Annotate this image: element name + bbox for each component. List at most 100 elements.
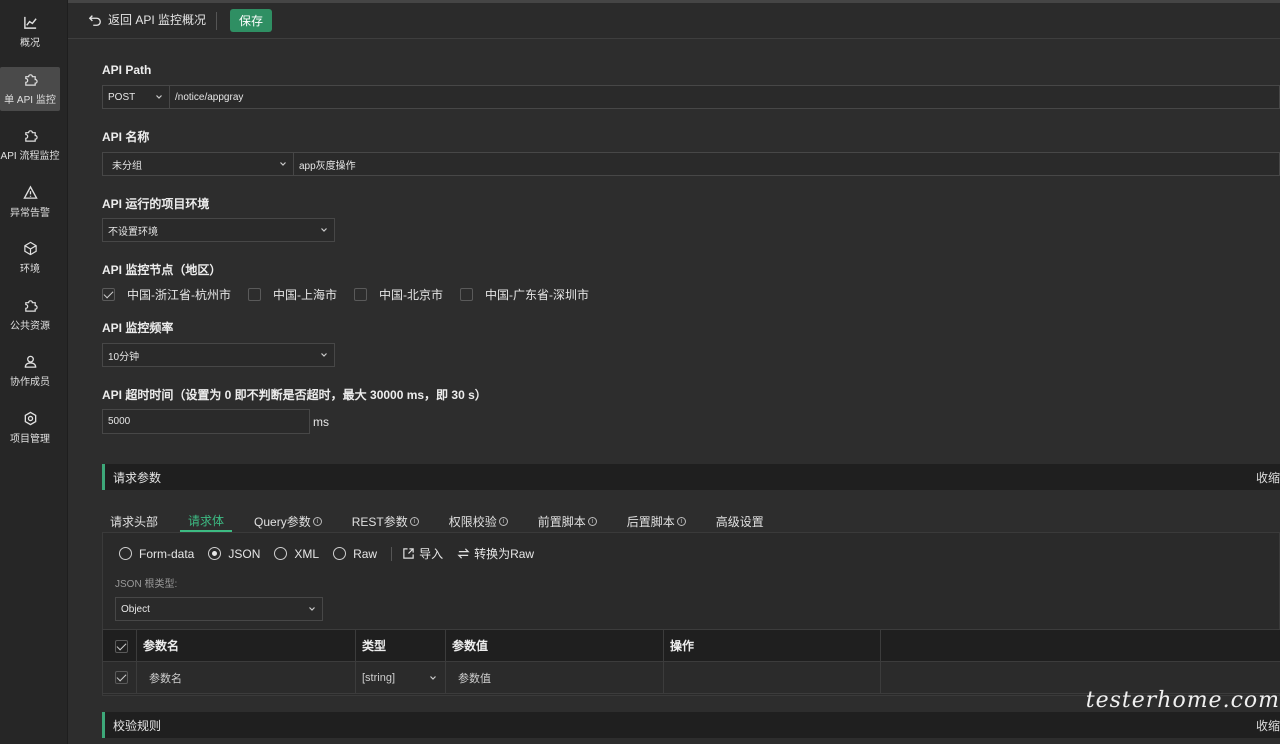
user-icon — [24, 355, 36, 368]
top-bar: 返回 API 监控概况 保存 — [68, 0, 1280, 39]
import-icon — [403, 548, 414, 559]
json-root-label: JSON 根类型: — [115, 579, 178, 590]
timeout-input[interactable]: 5000 — [102, 409, 310, 434]
method-select[interactable]: POST — [102, 85, 170, 109]
collapse-button[interactable]: 收缩 — [1256, 717, 1280, 734]
json-root-select[interactable]: Object — [115, 597, 323, 621]
group-select[interactable]: 未分组 — [102, 152, 294, 176]
radio-raw[interactable]: Raw — [333, 547, 377, 561]
api-name-label: API 名称 — [102, 130, 150, 144]
back-button[interactable]: 返回 API 监控概况 — [88, 11, 206, 28]
tab-label: REST参数 — [351, 514, 408, 529]
nav-public-resources[interactable]: 公共资源 — [0, 293, 60, 337]
radio-circle[interactable] — [119, 547, 132, 560]
back-label: 返回 API 监控概况 — [108, 13, 207, 27]
nav-label: 项目管理 — [10, 434, 50, 445]
api-path-label: API Path — [102, 63, 152, 77]
row-checkbox-cell[interactable] — [102, 661, 137, 694]
select-all-checkbox[interactable] — [115, 639, 128, 653]
cube-icon — [23, 241, 37, 256]
row-checkbox[interactable] — [115, 671, 128, 684]
radio-circle[interactable] — [274, 547, 288, 560]
radio-xml[interactable]: XML — [274, 547, 319, 561]
chevron-down-icon — [309, 607, 315, 611]
nav-members[interactable]: 协作成员 — [0, 349, 60, 393]
group-value: 未分组 — [112, 160, 142, 172]
collapse-button[interactable]: 收缩 — [1256, 469, 1280, 486]
env-value: 不设置环境 — [108, 226, 158, 238]
convert-raw-button[interactable]: 转换为Raw — [457, 545, 534, 562]
nav-single-api-monitor[interactable]: 单 API 监控 — [0, 67, 60, 111]
tab-post-script[interactable]: 后置脚本 i — [619, 510, 694, 532]
radio-circle[interactable] — [208, 547, 222, 560]
region-shanghai[interactable]: 中国-上海市 — [248, 286, 337, 303]
tab-pre-script[interactable]: 前置脚本 i — [530, 510, 605, 532]
info-icon: i — [676, 516, 686, 526]
back-arrow-icon — [88, 14, 101, 26]
nav-label: 异常告警 — [10, 208, 50, 219]
param-type-select[interactable]: [string] — [355, 661, 446, 694]
col-spacer — [880, 629, 1280, 662]
section-title: 校验规则 — [113, 718, 162, 733]
puzzle-icon — [24, 300, 38, 312]
tab-label: 后置脚本 — [626, 514, 675, 529]
select-all-cell[interactable] — [102, 629, 137, 662]
radio-json[interactable]: JSON — [208, 547, 260, 561]
nav-environment[interactable]: 环境 — [0, 236, 60, 280]
api-path-input[interactable]: /notice/appgray — [169, 85, 1280, 109]
freq-label: API 监控频率 — [102, 321, 174, 335]
tab-label: 权限校验 — [448, 514, 497, 529]
tab-rest[interactable]: REST参数 i — [344, 510, 427, 532]
param-value-input[interactable]: 参数值 — [445, 661, 664, 694]
timeout-unit: ms — [313, 415, 329, 429]
env-label: API 运行的项目环境 — [102, 197, 210, 211]
nav-overview[interactable]: 概况 — [0, 10, 60, 54]
tab-headers[interactable]: 请求头部 — [102, 510, 166, 532]
nav-api-flow-monitor[interactable]: API 流程监控 — [0, 123, 60, 167]
radio-label: Form-data — [139, 546, 195, 561]
tab-query[interactable]: Query参数 i — [246, 510, 330, 532]
validation-rules-header[interactable]: 校验规则 收缩 — [102, 712, 1280, 738]
nav-label: 单 API 监控 — [4, 95, 56, 106]
checkbox[interactable] — [102, 288, 115, 301]
params-table: 参数名 类型 参数值 操作 参数名 [string] 参数值 — [102, 629, 1280, 694]
info-icon: i — [587, 516, 597, 526]
checkbox[interactable] — [248, 288, 261, 301]
tab-label: 请求体 — [188, 513, 225, 528]
import-button[interactable]: 导入 — [402, 545, 443, 562]
main-content: API Path POST /notice/appgray API 名称 未分组… — [68, 40, 1280, 744]
col-param-value: 参数值 — [445, 629, 664, 662]
watermark: testerhome.com — [1085, 688, 1280, 713]
freq-select[interactable]: 10分钟 — [102, 343, 335, 367]
tab-auth[interactable]: 权限校验 i — [441, 510, 516, 532]
warning-icon — [22, 185, 38, 199]
region-hangzhou[interactable]: 中国-浙江省-杭州市 — [102, 286, 231, 303]
request-params-header[interactable]: 请求参数 收缩 — [102, 464, 1280, 490]
radio-form-data[interactable]: Form-data — [119, 547, 194, 561]
nav-project-management[interactable]: 项目管理 — [0, 406, 60, 450]
param-type-value: [string] — [362, 671, 396, 684]
divider — [216, 12, 217, 30]
env-select[interactable]: 不设置环境 — [102, 218, 335, 242]
radio-label: Raw — [353, 546, 378, 561]
save-button[interactable]: 保存 — [230, 9, 272, 32]
sidebar: 概况 单 API 监控 API 流程监控 异常告警 环境 公共资源 协作成员 项… — [0, 0, 68, 744]
row-actions — [663, 661, 881, 694]
tab-body[interactable]: 请求体 — [180, 510, 233, 532]
api-name-input[interactable]: app灰度操作 — [293, 152, 1280, 176]
chevron-down-icon — [156, 95, 162, 99]
checkbox[interactable] — [460, 288, 473, 301]
region-beijing[interactable]: 中国-北京市 — [354, 286, 443, 303]
region-label: 中国-北京市 — [379, 288, 443, 302]
checkbox[interactable] — [354, 288, 367, 301]
param-name-input[interactable]: 参数名 — [136, 661, 356, 694]
nav-label: 公共资源 — [10, 321, 50, 332]
radio-circle[interactable] — [333, 547, 347, 560]
tab-advanced[interactable]: 高级设置 — [708, 510, 772, 532]
timeout-value: 5000 — [108, 416, 131, 427]
json-root-value: Object — [121, 603, 150, 615]
region-shenzhen[interactable]: 中国-广东省-深圳市 — [460, 286, 589, 303]
nav-alerts[interactable]: 异常告警 — [0, 180, 60, 224]
method-value: POST — [108, 91, 136, 103]
convert-label: 转换为Raw — [474, 547, 535, 561]
